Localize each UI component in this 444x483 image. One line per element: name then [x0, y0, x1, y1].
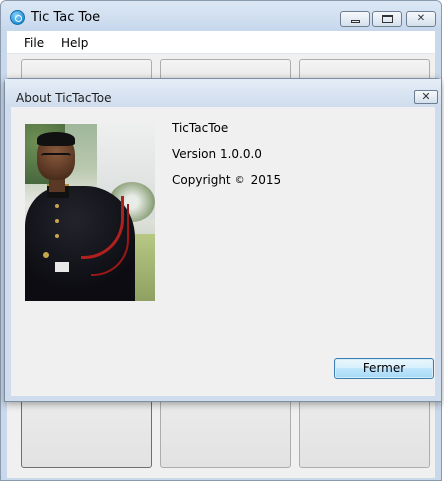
main-titlebar: Tic Tac Toe ✕	[1, 1, 441, 31]
about-title: About TicTacToe	[16, 91, 112, 105]
maximize-button[interactable]	[372, 11, 402, 27]
author-photo	[25, 124, 155, 301]
menu-file[interactable]: File	[24, 36, 44, 50]
copyright-icon: ©	[234, 175, 245, 186]
window-title: Tic Tac Toe	[31, 10, 101, 25]
menu-help[interactable]: Help	[61, 36, 88, 50]
about-close-button[interactable]: ✕	[414, 90, 438, 104]
close-button[interactable]: ✕	[406, 11, 436, 27]
copyright-label: Copyright	[172, 173, 231, 187]
product-version: Version 1.0.0.0	[172, 147, 262, 161]
minimize-button[interactable]	[340, 11, 370, 27]
copyright-year: 2015	[250, 173, 282, 187]
close-icon: ✕	[416, 13, 426, 24]
maximize-icon	[382, 15, 393, 23]
about-content: TicTacToe Version 1.0.0.0 Copyright © 2015…	[11, 107, 435, 396]
about-dialog: About TicTacToe ✕ TicTacToe Version 1.0.	[4, 78, 442, 402]
product-name: TicTacToe	[172, 121, 229, 135]
minimize-icon	[351, 20, 360, 23]
copyright-line: Copyright © 2015	[172, 173, 281, 187]
about-titlebar[interactable]: About TicTacToe ✕	[5, 79, 441, 107]
menu-bar: File Help	[7, 31, 435, 54]
close-icon: ✕	[421, 90, 431, 103]
fermer-button[interactable]: Fermer	[334, 358, 434, 379]
app-icon	[10, 10, 25, 25]
